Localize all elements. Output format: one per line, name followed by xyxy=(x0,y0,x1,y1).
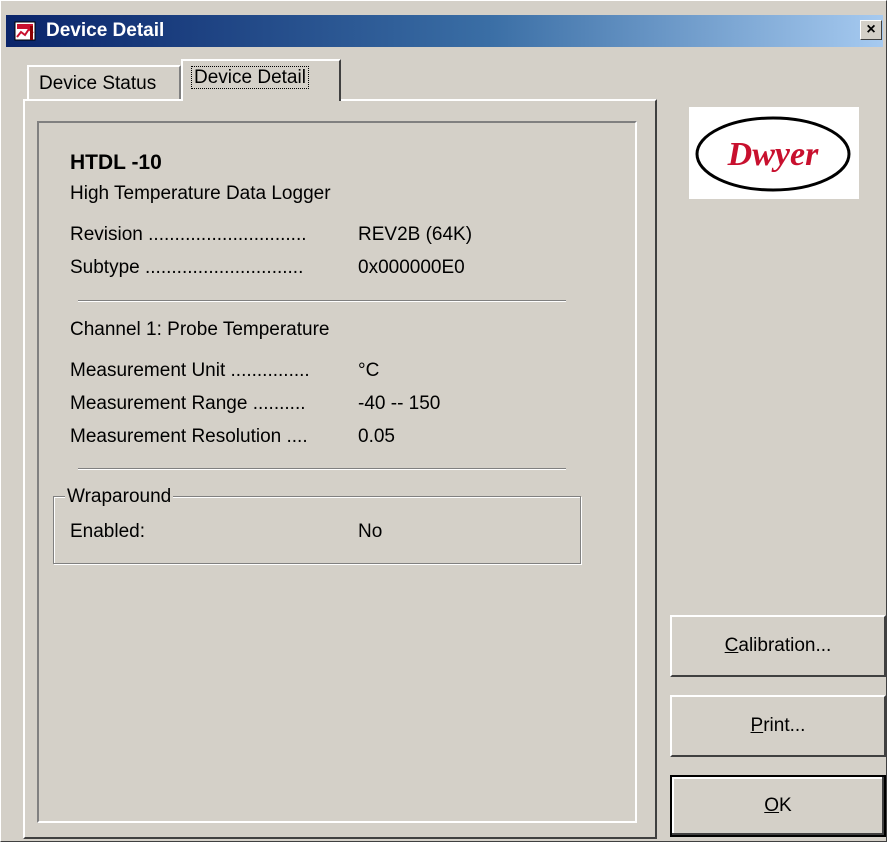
ok-button[interactable]: OK xyxy=(670,775,886,837)
separator xyxy=(78,468,566,470)
measurement-unit-value: °C xyxy=(358,360,380,381)
measurement-unit-label: Measurement Unit ............... xyxy=(70,360,310,381)
dwyer-logo: Dwyer xyxy=(689,107,859,199)
window-title: Device Detail xyxy=(46,20,165,41)
tab-device-status[interactable]: Device Status xyxy=(27,65,181,99)
measurement-resolution-value: 0.05 xyxy=(358,426,395,447)
channel-title: Channel 1: Probe Temperature xyxy=(70,319,330,340)
revision-label: Revision .............................. xyxy=(70,224,307,245)
measurement-resolution-label: Measurement Resolution .... xyxy=(70,426,308,447)
tab-label: Device Status xyxy=(39,73,157,94)
wraparound-enabled-label: Enabled: xyxy=(70,521,146,542)
tab-device-detail[interactable]: Device Detail xyxy=(181,59,341,101)
dialog-window: Device Detail × Device Status Device Det… xyxy=(0,0,887,842)
print-label: rint... xyxy=(763,715,806,736)
print-mnemonic: P xyxy=(750,715,764,736)
title-bar[interactable]: Device Detail × xyxy=(6,15,883,47)
calibration-button[interactable]: Calibration... xyxy=(670,615,886,677)
logo-text: Dwyer xyxy=(727,136,819,173)
app-icon xyxy=(14,21,36,41)
dwyer-logo-mark: Dwyer xyxy=(695,116,851,192)
device-model: HTDL -10 xyxy=(70,151,162,174)
tab-label: Device Detail xyxy=(191,66,309,89)
print-button[interactable]: Print... xyxy=(670,695,886,757)
separator xyxy=(78,300,566,302)
ok-mnemonic: O xyxy=(764,795,780,816)
measurement-range-label: Measurement Range .......... xyxy=(70,393,306,414)
revision-value: REV2B (64K) xyxy=(358,224,473,245)
wraparound-enabled-value: No xyxy=(358,521,383,542)
measurement-range-value: -40 -- 150 xyxy=(358,393,441,414)
device-description: High Temperature Data Logger xyxy=(70,183,331,204)
calibration-label: alibration... xyxy=(738,635,832,656)
close-button[interactable]: × xyxy=(860,20,882,40)
wraparound-legend: Wraparound xyxy=(65,485,174,509)
calibration-mnemonic: C xyxy=(724,635,739,656)
subtype-value: 0x000000E0 xyxy=(358,257,465,278)
subtype-label: Subtype .............................. xyxy=(70,257,304,278)
ok-label: K xyxy=(779,795,792,816)
